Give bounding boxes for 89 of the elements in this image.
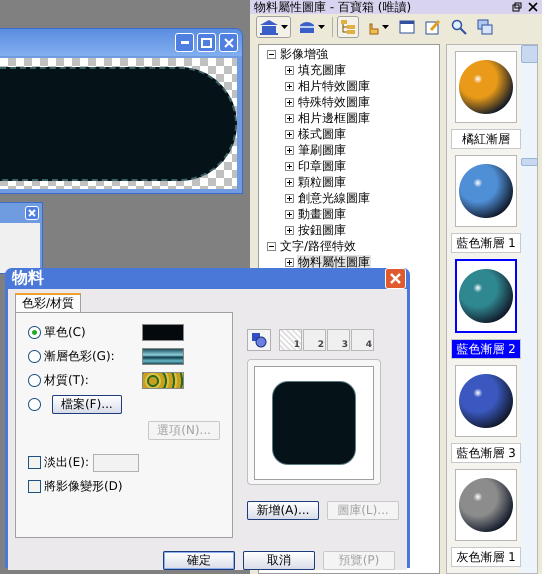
- swatch-thumbnail[interactable]: [455, 155, 517, 227]
- swatch-label: 藍色漸層 1: [451, 233, 521, 253]
- close-icon: [390, 273, 401, 284]
- radio-button[interactable]: [28, 350, 41, 363]
- expand-icon[interactable]: [285, 226, 294, 234]
- expand-icon[interactable]: [285, 178, 294, 186]
- tree-item[interactable]: 筆刷圖庫: [297, 142, 347, 158]
- caret-icon: [318, 25, 325, 29]
- library-dropdown[interactable]: [256, 16, 291, 38]
- expand-icon[interactable]: [285, 114, 294, 122]
- option-label: 材質(T):: [44, 372, 90, 389]
- layer-button[interactable]: 4: [351, 329, 374, 351]
- expand-icon[interactable]: [285, 162, 294, 170]
- swatch-thumbnail[interactable]: [455, 51, 517, 123]
- option-label: 漸層色彩(G):: [44, 348, 116, 365]
- tree-item[interactable]: 印章圖庫: [297, 158, 347, 174]
- window-icon: [399, 20, 415, 34]
- tree-item[interactable]: 相片邊框圖庫: [297, 110, 371, 126]
- tree-item[interactable]: 顆粒圖庫: [297, 174, 347, 190]
- gradient-swatch[interactable]: [142, 348, 184, 365]
- minimize-icon: [180, 41, 188, 44]
- close-icon: [28, 209, 36, 217]
- swatch-thumbnail[interactable]: [455, 365, 517, 437]
- tree-item[interactable]: 樣式圖庫: [297, 126, 347, 142]
- chest-icon: [298, 20, 316, 34]
- tree-item[interactable]: 相片特效圖庫: [297, 78, 371, 94]
- expand-icon[interactable]: [285, 130, 294, 138]
- tree-view-button[interactable]: [337, 16, 359, 38]
- tree-item[interactable]: 動畫圖庫: [297, 206, 347, 222]
- close-icon: [224, 38, 234, 48]
- radio-button[interactable]: [28, 326, 41, 339]
- tree-item[interactable]: 按鈕圖庫: [297, 222, 347, 238]
- close-button[interactable]: [219, 33, 238, 52]
- tree-item[interactable]: 特殊特效圖庫: [297, 94, 371, 110]
- dialog-title: 物料: [12, 268, 44, 289]
- swatch-thumbnail[interactable]: [455, 469, 517, 541]
- shapes-button[interactable]: [247, 329, 271, 351]
- panel-title: 物料屬性圖庫 - 百寶箱 (唯讀): [254, 0, 412, 14]
- expand-icon[interactable]: [285, 258, 294, 266]
- dialog-button[interactable]: 取消: [243, 551, 315, 570]
- swatch-label: 橘紅漸層: [451, 129, 521, 149]
- tree-item[interactable]: 填充圖庫: [297, 62, 347, 78]
- expand-icon[interactable]: [285, 210, 294, 218]
- option-label: 單色(C): [44, 324, 87, 341]
- dialog-button[interactable]: 確定: [163, 551, 235, 570]
- swatch-label: 灰色漸層 1: [451, 547, 521, 567]
- panel-controls-icon: [512, 2, 538, 12]
- expand-icon[interactable]: [285, 66, 294, 74]
- collapse-icon[interactable]: [267, 242, 276, 250]
- checkbox-label: 淡出(E):: [44, 454, 89, 471]
- layer-button[interactable]: 3: [327, 329, 350, 351]
- scrollbar[interactable]: [521, 45, 537, 573]
- maximize-icon: [201, 38, 212, 48]
- layer-button[interactable]: 2: [303, 329, 326, 351]
- maximize-button[interactable]: [197, 33, 216, 52]
- shapes-icon: [251, 332, 267, 348]
- expand-icon[interactable]: [285, 194, 294, 202]
- tree-item[interactable]: 物料屬性圖庫: [297, 254, 371, 270]
- caret-icon: [382, 25, 389, 29]
- radio-button[interactable]: [28, 374, 41, 387]
- checkbox[interactable]: [28, 480, 41, 493]
- expand-icon[interactable]: [285, 98, 294, 106]
- copy-icon: [477, 19, 493, 35]
- swatch-label: 藍色漸層 2: [451, 339, 521, 359]
- checkbox[interactable]: [28, 456, 41, 469]
- file-button[interactable]: 檔案(F)...: [52, 395, 122, 414]
- close-button[interactable]: [385, 268, 406, 289]
- tree-item[interactable]: 創意光線圖庫: [297, 190, 371, 206]
- search-icon: [451, 19, 467, 35]
- dialog-button[interactable]: 新增(A)...: [247, 501, 319, 520]
- swatch-label: 藍色漸層 3: [451, 443, 521, 463]
- close-button[interactable]: [25, 206, 39, 220]
- layer-button[interactable]: 1: [279, 329, 302, 351]
- solid-swatch[interactable]: [142, 324, 184, 341]
- expand-icon[interactable]: [285, 82, 294, 90]
- checkbox-label: 將影像變形(D): [44, 478, 123, 495]
- collapse-icon[interactable]: [267, 50, 276, 58]
- minimize-button[interactable]: [175, 33, 194, 52]
- radio-button[interactable]: [28, 398, 41, 411]
- tree-view-icon: [340, 19, 356, 35]
- tree-item[interactable]: 影像增強: [279, 46, 329, 62]
- expand-icon[interactable]: [285, 146, 294, 154]
- tree-item[interactable]: 文字/路徑特效: [279, 238, 358, 254]
- swatch-thumbnail[interactable]: [455, 259, 517, 333]
- caret-icon: [281, 25, 288, 29]
- texture-swatch[interactable]: [142, 372, 184, 389]
- edit-icon: [425, 19, 441, 35]
- building-icon: [259, 19, 279, 35]
- tab[interactable]: 色彩/材質: [15, 293, 82, 312]
